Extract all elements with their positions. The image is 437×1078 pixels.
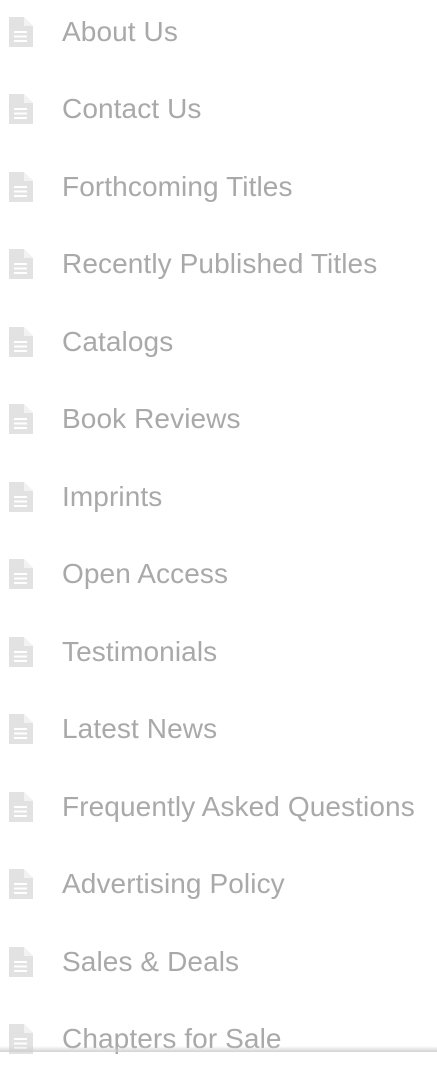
menu-item-label: Testimonials [62, 636, 217, 668]
document-icon [9, 869, 33, 899]
document-icon [9, 17, 33, 47]
document-icon [9, 792, 33, 822]
document-icon [9, 559, 33, 589]
document-icon [9, 482, 33, 512]
document-icon [9, 637, 33, 667]
menu-item-recently-published-titles[interactable]: Recently Published Titles [0, 226, 437, 304]
menu-item-label: Imprints [62, 481, 162, 513]
menu-item-about-us[interactable]: About Us [0, 0, 437, 71]
menu-item-chapters-for-sale[interactable]: Chapters for Sale [0, 1001, 437, 1078]
menu-item-label: Recently Published Titles [62, 248, 377, 280]
menu-item-contact-us[interactable]: Contact Us [0, 71, 437, 149]
document-icon [9, 249, 33, 279]
menu-item-imprints[interactable]: Imprints [0, 458, 437, 536]
menu-item-forthcoming-titles[interactable]: Forthcoming Titles [0, 148, 437, 226]
menu-item-catalogs[interactable]: Catalogs [0, 303, 437, 381]
document-icon [9, 947, 33, 977]
menu-item-label: Frequently Asked Questions [62, 791, 415, 823]
menu-item-advertising-policy[interactable]: Advertising Policy [0, 846, 437, 924]
document-icon [9, 172, 33, 202]
menu-item-label: Advertising Policy [62, 868, 285, 900]
menu-item-faq[interactable]: Frequently Asked Questions [0, 768, 437, 846]
document-icon [9, 1024, 33, 1054]
menu-item-label: Open Access [62, 558, 228, 590]
document-icon [9, 94, 33, 124]
document-icon [9, 404, 33, 434]
menu-item-sales-deals[interactable]: Sales & Deals [0, 923, 437, 1001]
document-icon [9, 714, 33, 744]
menu-item-label: Latest News [62, 713, 217, 745]
menu-item-book-reviews[interactable]: Book Reviews [0, 381, 437, 459]
menu-item-testimonials[interactable]: Testimonials [0, 613, 437, 691]
menu-item-label: Chapters for Sale [62, 1023, 282, 1055]
menu-item-label: Sales & Deals [62, 946, 239, 978]
menu-item-label: Book Reviews [62, 403, 241, 435]
menu-item-open-access[interactable]: Open Access [0, 536, 437, 614]
menu-item-label: Forthcoming Titles [62, 171, 293, 203]
menu-item-latest-news[interactable]: Latest News [0, 691, 437, 769]
document-icon [9, 327, 33, 357]
menu-item-label: Contact Us [62, 93, 202, 125]
site-menu: About Us Contact Us Forthcoming Titles R… [0, 0, 437, 1078]
menu-item-label: About Us [62, 16, 178, 48]
menu-item-label: Catalogs [62, 326, 173, 358]
